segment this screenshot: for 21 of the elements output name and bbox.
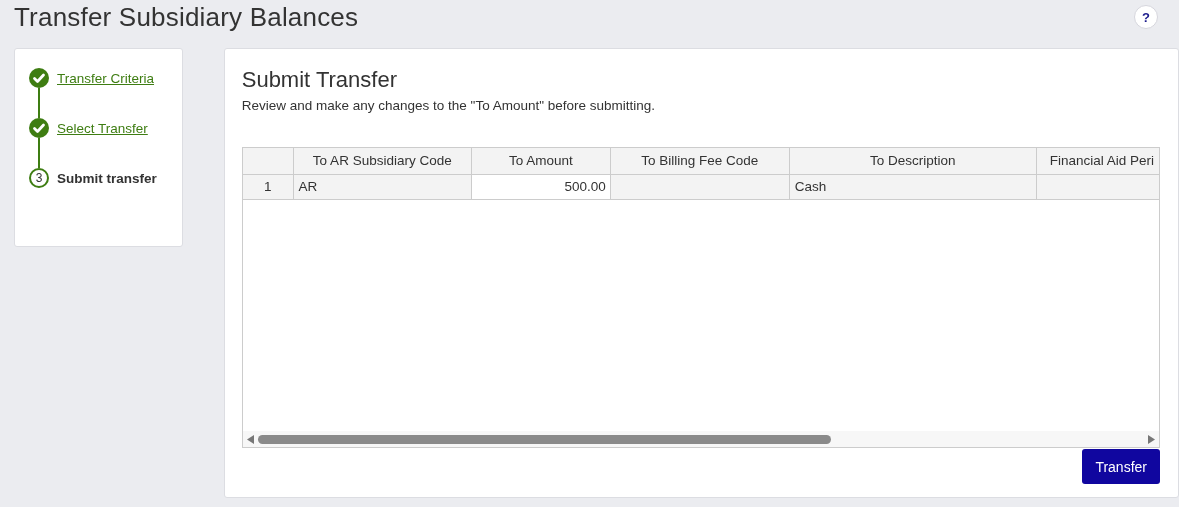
column-header[interactable]: To Description xyxy=(789,148,1037,174)
column-header[interactable]: To Billing Fee Code xyxy=(610,148,790,174)
column-header[interactable]: To Amount xyxy=(471,148,611,174)
transfer-button[interactable]: Transfer xyxy=(1082,449,1160,484)
column-header[interactable]: Financial Aid Peri xyxy=(1036,148,1159,174)
scroll-right-icon[interactable] xyxy=(1148,434,1155,444)
row-number: 1 xyxy=(242,174,294,199)
instructions: Review and make any changes to the "To Amount" before submitting. xyxy=(241,98,657,113)
help-button[interactable]: ? xyxy=(1134,5,1158,29)
page-title: Transfer Subsidiary Balances xyxy=(14,1,359,33)
table-cell: Cash xyxy=(789,174,1037,199)
step-link[interactable]: Select Transfer xyxy=(57,120,148,136)
column-header[interactable]: To AR Subsidiary Code xyxy=(293,148,472,174)
step-number: 3 xyxy=(29,168,49,188)
horizontal-scrollbar[interactable] xyxy=(242,431,1159,447)
step-link[interactable]: Transfer Criteria xyxy=(57,70,155,86)
amount-field[interactable]: 500.00 xyxy=(471,174,611,199)
table-cell: AR xyxy=(293,174,472,199)
scroll-left-icon[interactable] xyxy=(246,434,254,444)
panel-title: Submit Transfer xyxy=(241,67,398,93)
current-step-label: Submit transfer xyxy=(57,170,157,186)
